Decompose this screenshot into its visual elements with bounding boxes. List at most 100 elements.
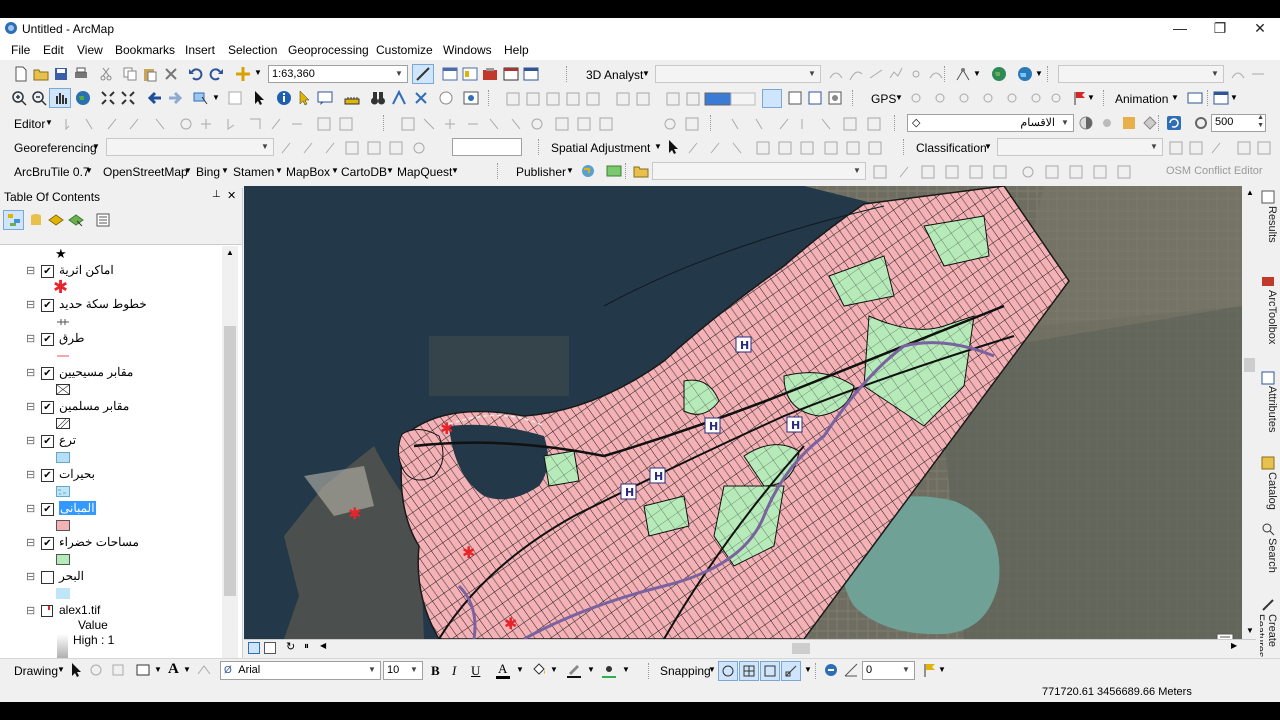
layer-visibility-checkbox[interactable]: ✔	[41, 299, 54, 312]
publisher-map-icon[interactable]	[606, 163, 622, 179]
layer-name[interactable]: ترع	[59, 433, 76, 447]
attributes-tab[interactable]: Attributes	[1260, 386, 1278, 432]
layer-visibility-checkbox[interactable]: ✔	[41, 503, 54, 516]
bold-button[interactable]: B	[431, 663, 440, 679]
arctoolbox-tab[interactable]: ArcToolbox	[1260, 290, 1278, 344]
layer-item[interactable]: ⊟ ✔ مساحات خضراء	[0, 534, 222, 568]
pan-tool-button[interactable]	[49, 88, 71, 108]
end-snapping-toggle[interactable]	[739, 661, 759, 681]
layer-item[interactable]: ⊟ البحر	[0, 568, 222, 602]
dropdown-arrow[interactable]: ▼	[1087, 93, 1095, 102]
toolbar-grip[interactable]	[1158, 115, 1162, 131]
toolbar-grip[interactable]	[852, 90, 856, 106]
menu-windows[interactable]: Windows	[443, 43, 492, 57]
angle-icon[interactable]	[843, 662, 859, 678]
bing-menu[interactable]: Bing	[196, 165, 220, 179]
toc-scrollbar[interactable]: ▲ ▼	[222, 246, 238, 670]
snapping-menu[interactable]: Snapping	[660, 664, 711, 678]
print-preview-icon[interactable]	[827, 90, 843, 106]
classification-layer-combo[interactable]: ▼	[997, 138, 1163, 156]
toolbar-grip[interactable]	[894, 115, 898, 131]
collapse-icon[interactable]: ⊟	[26, 606, 35, 617]
stamen-dropdown-arrow[interactable]: ▼	[275, 166, 283, 175]
dropdown-arrow[interactable]: ▼	[212, 93, 220, 102]
font-color-button[interactable]: A	[494, 661, 514, 681]
redo-icon[interactable]	[208, 66, 224, 82]
font-size-combo[interactable]: 10 ▼	[383, 661, 423, 680]
delete-icon[interactable]	[163, 66, 179, 82]
map-display[interactable]: ✱ ✱ ✱ ✱ ✱ H H H H H	[244, 186, 1242, 639]
gps-menu[interactable]: GPS	[871, 92, 896, 106]
cartodb-dropdown-arrow[interactable]: ▼	[386, 166, 394, 175]
layer-visibility-checkbox[interactable]: ✔	[41, 367, 54, 380]
contrast-icon[interactable]	[1078, 115, 1094, 131]
openstreetmap-menu[interactable]: OpenStreetMap	[103, 165, 188, 179]
collapse-icon[interactable]: ⊟	[26, 470, 35, 481]
animation-control-icon[interactable]	[1187, 90, 1203, 106]
layer-item[interactable]: ⊟ ✔ مقابر مسلمين	[0, 398, 222, 432]
table-of-contents-icon[interactable]	[462, 66, 478, 82]
forward-arrow-icon[interactable]	[167, 90, 183, 106]
animation-dropdown-arrow[interactable]: ▼	[1171, 93, 1179, 102]
minimize-button[interactable]: —	[1160, 18, 1200, 40]
editor-toolbar-toggle[interactable]	[412, 64, 434, 84]
underline-button[interactable]: U	[471, 663, 480, 679]
scroll-up-arrow-icon[interactable]: ▲	[226, 248, 234, 257]
animation-menu[interactable]: Animation	[1115, 92, 1168, 106]
measure-icon[interactable]	[344, 90, 360, 106]
publisher-menu[interactable]: Publisher	[516, 165, 566, 179]
fixed-zoom-in-icon[interactable]	[100, 90, 116, 106]
dropdown-arrow[interactable]: ▼	[973, 69, 981, 78]
toolbar-grip[interactable]	[815, 663, 819, 679]
search-tab[interactable]: Search	[1260, 538, 1278, 573]
marker-color-icon[interactable]	[601, 662, 617, 678]
collapse-icon[interactable]: ⊟	[26, 334, 35, 345]
layout-select-button[interactable]	[762, 89, 782, 108]
edge-snapping-toggle[interactable]	[781, 661, 801, 681]
select-elements-arrow-icon[interactable]	[68, 662, 84, 678]
dropdown-arrow[interactable]: ▼	[516, 665, 524, 674]
time-slider-icon[interactable]	[438, 90, 454, 106]
go-to-xy-icon[interactable]	[413, 90, 429, 106]
scrollbar-thumb[interactable]	[224, 326, 236, 596]
add-data-icon[interactable]	[235, 66, 251, 82]
list-by-source-icon[interactable]	[28, 212, 44, 228]
toolbar-grip[interactable]	[383, 115, 387, 131]
italic-button[interactable]: I	[452, 663, 456, 679]
identify-icon[interactable]	[276, 90, 292, 106]
layer-visibility-checkbox[interactable]: ✔	[41, 435, 54, 448]
arctoolbox-icon[interactable]	[482, 66, 498, 82]
menu-view[interactable]: View	[77, 43, 103, 57]
map-scale-combo[interactable]: 1:63,360 ▼	[268, 65, 408, 83]
spatial-adjustment-dropdown-arrow[interactable]: ▼	[654, 142, 662, 151]
layer-visibility-checkbox[interactable]: ✔	[41, 537, 54, 550]
scrollbar-thumb[interactable]	[1244, 358, 1255, 372]
options-icon[interactable]	[95, 212, 111, 228]
toolbar-grip[interactable]	[648, 663, 652, 679]
layer-item[interactable]: ⊟ ✔ اماكن اثرية ✱	[0, 262, 222, 296]
layer-name[interactable]: طرق	[59, 331, 84, 345]
gps-dropdown-arrow[interactable]: ▼	[895, 93, 903, 102]
toolbar-grip[interactable]	[488, 90, 492, 106]
dropdown-arrow[interactable]: ▼	[938, 665, 946, 674]
3d-analyst-menu[interactable]: 3D Analyst	[586, 68, 643, 82]
collapse-icon[interactable]: ⊟	[26, 300, 35, 311]
dropdown-arrow[interactable]: ▼	[622, 665, 630, 674]
mapbox-menu[interactable]: MapBox	[286, 165, 330, 179]
paste-icon[interactable]	[142, 66, 158, 82]
collapse-icon[interactable]: ⊟	[26, 504, 35, 515]
layer-name[interactable]: مقابر مسيحيين	[59, 365, 133, 379]
menu-geoprocessing[interactable]: Geoprocessing	[288, 43, 369, 57]
full-extent-globe-icon[interactable]	[75, 90, 91, 106]
layer-visibility-checkbox[interactable]: ✔	[41, 401, 54, 414]
toolbar-grip[interactable]	[497, 163, 501, 179]
toolbar-grip[interactable]	[538, 139, 542, 155]
zoom-in-icon[interactable]	[11, 90, 27, 106]
scroll-right-arrow-icon[interactable]: ▶	[1231, 641, 1237, 650]
effects-layer-combo[interactable]: ◇ الاقسام ▼	[907, 114, 1074, 132]
menu-bookmarks[interactable]: Bookmarks	[115, 43, 175, 57]
refresh-view-icon[interactable]: ↻	[286, 640, 295, 653]
raster-layer-name[interactable]: alex1.tif	[59, 603, 100, 617]
back-arrow-icon[interactable]	[147, 90, 163, 106]
select-elements-arrow-icon[interactable]	[251, 90, 267, 106]
